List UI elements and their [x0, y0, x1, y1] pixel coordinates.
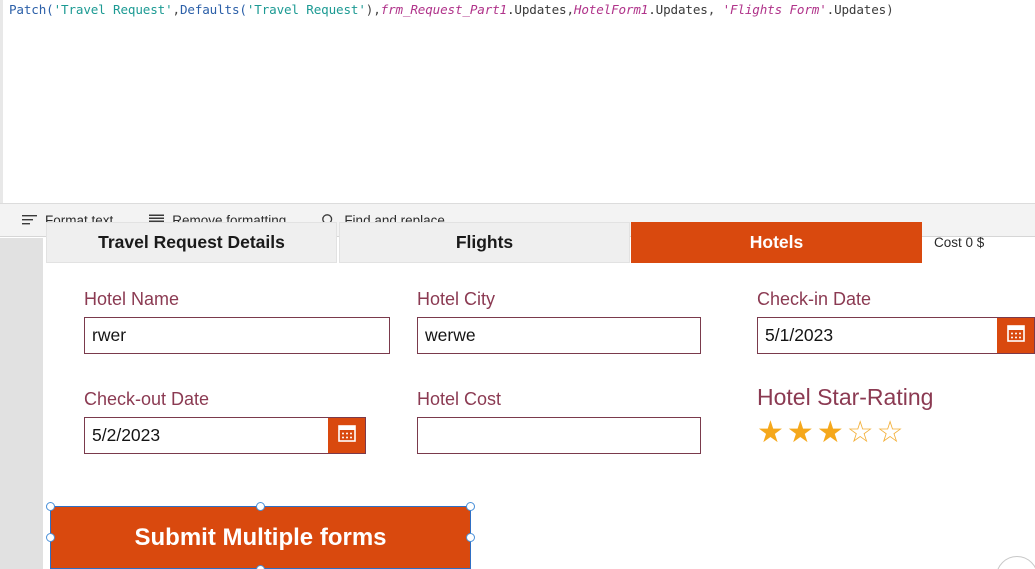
checkout-date-picker[interactable]: 5/2/2023	[84, 417, 366, 454]
submit-button-selection: Submit Multiple forms	[46, 502, 475, 569]
submit-multiple-forms-label: Submit Multiple forms	[134, 523, 387, 551]
checkin-date-input[interactable]: 5/1/2023	[757, 317, 1035, 354]
hotel-name-input[interactable]: rwer	[84, 317, 390, 354]
formula-token-prop-1: .Updates	[507, 2, 567, 17]
formula-token-string-table2: 'Travel Request'	[246, 2, 366, 17]
resize-handle-top-center[interactable]	[256, 502, 265, 511]
calendar-icon	[1006, 323, 1026, 348]
formula-token-string-table1: 'Travel Request'	[53, 2, 173, 17]
checkin-date-value: 5/1/2023	[765, 325, 834, 345]
star-icon-2[interactable]: ★	[787, 418, 814, 448]
formula-token-close-defaults: ),	[365, 2, 381, 17]
hotel-star-rating-label: Hotel Star-Rating	[757, 384, 934, 410]
formula-token-comma3: ,	[707, 2, 723, 17]
formula-token-patch: Patch(	[9, 2, 54, 17]
resize-handle-top-right[interactable]	[466, 502, 475, 511]
star-icon-3[interactable]: ★	[817, 418, 844, 448]
tab-hotels[interactable]: Hotels	[631, 222, 922, 263]
hotel-cost-input[interactable]	[417, 417, 701, 454]
tab-flights-label: Flights	[455, 232, 514, 252]
formula-token-comma1: ,	[172, 2, 181, 17]
checkout-calendar-button[interactable]	[328, 418, 365, 453]
formula-token-control-1: frm_Request_Part1	[380, 2, 508, 17]
calendar-icon	[337, 423, 357, 448]
formula-editor-pane[interactable]: Patch('Travel Request',Defaults('Travel …	[0, 0, 1035, 203]
tab-travel-request-details-label: Travel Request Details	[98, 232, 285, 252]
resize-handle-top-left[interactable]	[46, 502, 55, 511]
hotel-cost-label: Hotel Cost	[417, 389, 502, 409]
formula-token-control-2: HotelForm1	[573, 2, 649, 17]
resize-handle-middle-left[interactable]	[46, 533, 55, 542]
cost-summary: Cost 0 $	[934, 235, 985, 250]
star-rating-control[interactable]: ★ ★ ★ ☆ ☆	[757, 418, 1035, 448]
field-hotel-city: Hotel City werwe	[417, 289, 701, 354]
formula-token-comma2: ,	[566, 2, 574, 17]
checkout-date-label: Check-out Date	[84, 389, 210, 409]
field-hotel-star-rating: Hotel Star-Rating ★ ★ ★ ☆ ☆	[757, 384, 1035, 448]
hotel-name-label: Hotel Name	[84, 289, 180, 309]
checkin-date-picker[interactable]: 5/1/2023	[757, 317, 1035, 354]
star-icon-5[interactable]: ☆	[877, 418, 904, 448]
formula-expression[interactable]: Patch('Travel Request',Defaults('Travel …	[9, 0, 894, 19]
field-checkout-date: Check-out Date 5/2/2023	[84, 389, 366, 454]
tab-flights[interactable]: Flights	[339, 222, 630, 263]
hotel-city-label: Hotel City	[417, 289, 496, 309]
checkin-calendar-button[interactable]	[997, 318, 1034, 353]
field-hotel-cost: Hotel Cost	[417, 389, 701, 454]
formula-token-close-patch: )	[886, 2, 894, 17]
checkout-date-input[interactable]: 5/2/2023	[84, 417, 366, 454]
app-root: Patch('Travel Request',Defaults('Travel …	[0, 0, 1035, 569]
field-checkin-date: Check-in Date 5/1/2023	[757, 289, 1035, 354]
formula-token-control-3: 'Flights Form'	[722, 2, 827, 17]
formula-token-prop-2: .Updates	[648, 2, 708, 17]
tab-hotels-label: Hotels	[749, 232, 804, 252]
checkout-date-value: 5/2/2023	[92, 425, 161, 445]
formula-token-prop-3: .Updates	[826, 2, 887, 17]
star-icon-1[interactable]: ★	[757, 418, 784, 448]
resize-handle-middle-right[interactable]	[466, 533, 475, 542]
tab-bar: Travel Request Details Flights Hotels Co…	[46, 222, 1035, 263]
tab-travel-request-details[interactable]: Travel Request Details	[46, 222, 337, 263]
resize-handle-bottom-center[interactable]	[256, 565, 265, 569]
format-text-icon	[21, 212, 37, 228]
star-icon-4[interactable]: ☆	[847, 418, 874, 448]
hotel-city-input[interactable]: werwe	[417, 317, 701, 354]
checkin-date-label: Check-in Date	[757, 289, 872, 309]
formula-token-defaults: Defaults(	[179, 2, 247, 17]
field-hotel-name: Hotel Name rwer	[84, 289, 390, 354]
submit-multiple-forms-button[interactable]: Submit Multiple forms	[50, 506, 471, 569]
